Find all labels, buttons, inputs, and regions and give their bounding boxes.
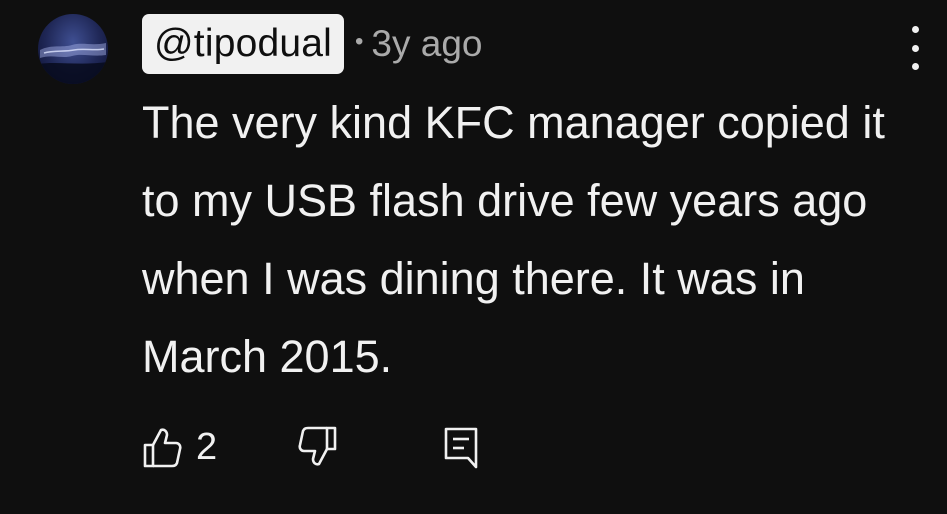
comment-timestamp[interactable]: 3y ago [371, 23, 482, 65]
menu-dot [911, 63, 919, 70]
avatar[interactable] [38, 14, 108, 84]
thumbs-up-icon [143, 428, 182, 468]
comment-thread: @tipodual • 3y ago The very kind KFC man… [0, 0, 947, 514]
menu-dot [911, 26, 919, 33]
comment-header: @tipodual • 3y ago [142, 14, 483, 74]
menu-dot [911, 44, 919, 52]
like-count: 2 [196, 425, 218, 468]
dislike-button[interactable] [298, 424, 338, 470]
author-name[interactable]: @tipodual [142, 14, 345, 74]
reply-comment-icon [444, 427, 478, 469]
reply-button[interactable] [442, 424, 480, 470]
thumbs-down-icon [298, 426, 337, 466]
like-button[interactable]: 2 [142, 424, 217, 470]
comment-text: The very kind KFC manager copied it to m… [142, 97, 885, 382]
separator-dot: • [355, 28, 364, 55]
avatar-image [38, 43, 108, 84]
more-vertical-icon[interactable] [898, 26, 932, 70]
